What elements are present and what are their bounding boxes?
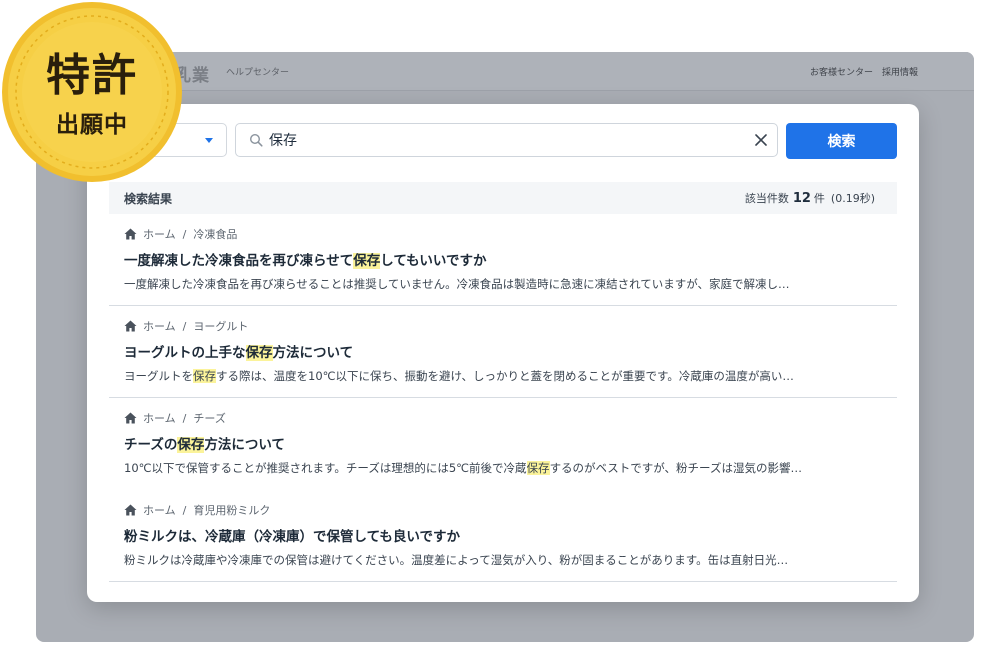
home-icon [124, 320, 137, 332]
badge-main-text: 特許 [46, 50, 138, 101]
breadcrumb: ホーム / チーズ [124, 410, 226, 426]
result-snippet: ヨーグルトを保存する際は、温度を10℃以下に保ち、振動を避け、しっかりと蓋を閉め… [124, 368, 884, 384]
result-item[interactable]: ホーム / ヨーグルト ヨーグルトの上手な保存方法について ヨーグルトを保存する… [109, 306, 897, 398]
results-header: 検索結果 該当件数 12 件 (0.19秒) [109, 182, 897, 214]
title-highlight: 保存 [353, 253, 381, 269]
snippet-highlight: 保存 [193, 369, 216, 383]
snippet-text-rest: するのがベストですが、粉チーズは湿気の影響… [549, 461, 802, 475]
snippet-text-rest: する際は、温度を10℃以下に保ち、振動を避け、しっかりと蓋を閉めることが重要です… [216, 369, 794, 383]
result-snippet: 粉ミルクは冷蔵庫や冷凍庫での保管は避けてください。温度差によって湿気が入り、粉が… [124, 552, 884, 568]
snippet-text: 一度解凍した冷凍食品を再び凍らせることは推奨していません。冷凍食品は製造時に急速… [124, 277, 790, 291]
count-number: 12 [792, 191, 811, 206]
close-icon[interactable] [755, 134, 767, 146]
customer-center-link[interactable]: お客様センター [810, 65, 873, 78]
result-title[interactable]: ヨーグルトの上手な保存方法について [124, 341, 353, 361]
breadcrumb-category[interactable]: チーズ [193, 410, 225, 426]
result-item[interactable]: ホーム / チーズ チーズの保存方法について 10℃以下で保管することが推奨され… [109, 398, 897, 490]
search-box[interactable] [235, 123, 778, 157]
help-center-link[interactable]: ヘルプセンター [226, 65, 289, 78]
title-text: チーズの [124, 437, 178, 453]
search-icon [249, 133, 263, 147]
breadcrumb: ホーム / 冷凍食品 [124, 226, 237, 242]
results-count: 該当件数 12 件 (0.19秒) [745, 190, 875, 206]
breadcrumb-home[interactable]: ホーム [143, 502, 176, 518]
home-icon [124, 412, 137, 424]
count-unit: 件 [813, 192, 825, 205]
title-text: ヨーグルトの上手な [124, 345, 246, 361]
badge-sub-text: 出願中 [56, 112, 128, 138]
result-title[interactable]: 一度解凍した冷凍食品を再び凍らせて保存してもいいですか [124, 249, 486, 269]
careers-link[interactable]: 採用情報 [882, 65, 918, 78]
breadcrumb-home[interactable]: ホーム [143, 226, 176, 242]
snippet-text: 10℃以下で保管することが推奨されます。チーズは理想的には5℃前後で冷蔵 [124, 461, 527, 475]
search-modal: 検索 検索結果 該当件数 12 件 (0.19秒) ホーム / 冷凍食品 一度解… [87, 104, 919, 602]
search-input[interactable] [269, 130, 739, 150]
title-text-rest: 方法について [272, 345, 354, 361]
title-highlight: 保存 [177, 437, 205, 453]
breadcrumb-home[interactable]: ホーム [143, 410, 176, 426]
result-title[interactable]: チーズの保存方法について [124, 433, 285, 453]
search-time: (0.19秒) [830, 192, 875, 205]
results-heading: 検索結果 [124, 192, 173, 206]
breadcrumb-separator: / [182, 411, 187, 425]
result-item[interactable]: ホーム / 冷凍食品 一度解凍した冷凍食品を再び凍らせて保存してもいいですか 一… [109, 214, 897, 306]
search-button[interactable]: 検索 [786, 123, 897, 159]
breadcrumb-home[interactable]: ホーム [143, 318, 176, 334]
title-text-rest: してもいいですか [380, 253, 487, 269]
snippet-text: 粉ミルクは冷蔵庫や冷凍庫での保管は避けてください。温度差によって湿気が入り、粉が… [124, 553, 789, 567]
result-item[interactable]: ホーム / 育児用粉ミルク 粉ミルクは、冷蔵庫（冷凍庫）で保管しても良いですか … [109, 490, 897, 582]
breadcrumb-separator: / [182, 503, 187, 517]
result-title[interactable]: 粉ミルクは、冷蔵庫（冷凍庫）で保管しても良いですか [124, 525, 460, 545]
snippet-highlight: 保存 [526, 461, 550, 475]
title-text-rest: 方法について [204, 437, 285, 453]
breadcrumb-category[interactable]: 冷凍食品 [193, 226, 237, 242]
home-icon [124, 504, 137, 516]
breadcrumb: ホーム / ヨーグルト [124, 318, 248, 334]
patent-pending-badge: 特許 出願中 [1, 1, 183, 183]
breadcrumb: ホーム / 育児用粉ミルク [124, 502, 270, 518]
count-label: 該当件数 [744, 192, 789, 205]
result-snippet: 一度解凍した冷凍食品を再び凍らせることは推奨していません。冷凍食品は製造時に急速… [124, 276, 884, 292]
breadcrumb-separator: / [182, 319, 187, 333]
title-text: 一度解凍した冷凍食品を再び凍らせて [124, 253, 354, 269]
title-highlight: 保存 [245, 345, 273, 361]
home-icon [124, 228, 137, 240]
breadcrumb-separator: / [182, 227, 187, 241]
title-text: 粉ミルクは、冷蔵庫（冷凍庫）で保管しても良いですか [124, 529, 461, 545]
breadcrumb-category[interactable]: ヨーグルト [193, 318, 248, 334]
header-links: お客様センター 採用情報 [810, 65, 918, 78]
snippet-text: ヨーグルトを [124, 369, 193, 383]
result-snippet: 10℃以下で保管することが推奨されます。チーズは理想的には5℃前後で冷蔵保存する… [124, 460, 884, 476]
breadcrumb-category[interactable]: 育児用粉ミルク [193, 502, 270, 518]
caret-down-icon [205, 138, 213, 143]
